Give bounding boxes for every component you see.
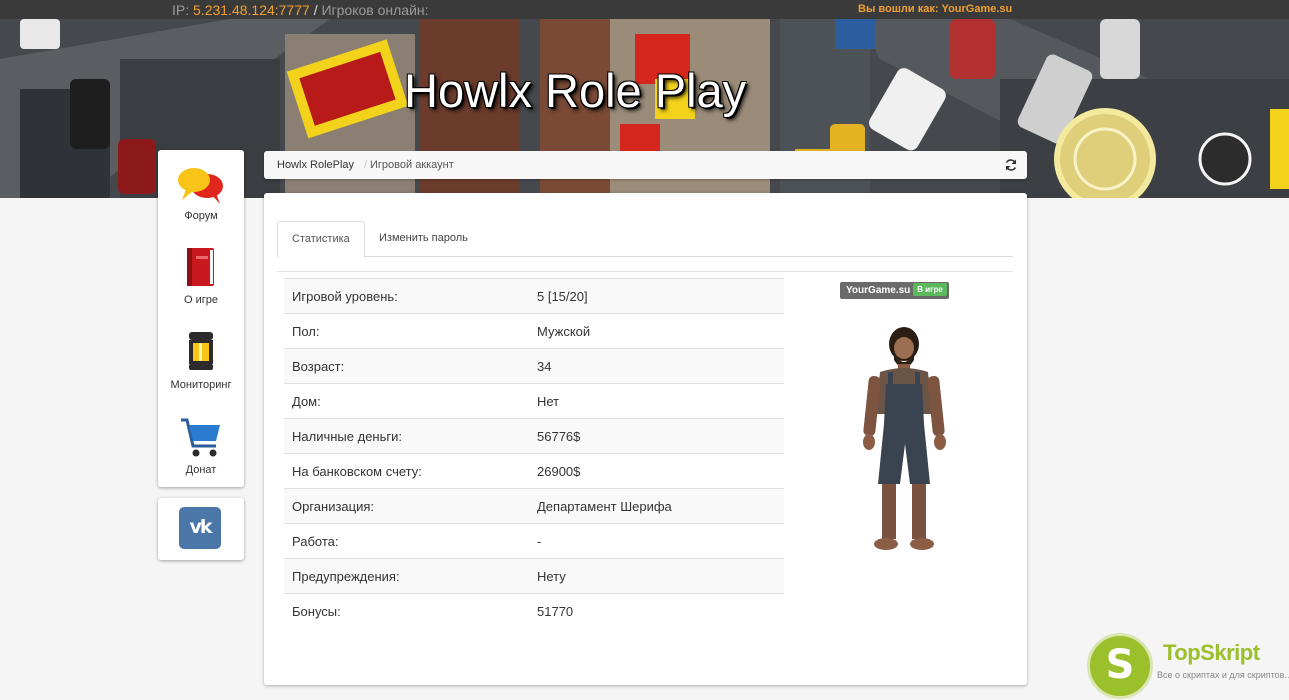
table-row: Игровой уровень: 5 [15/20] — [284, 278, 784, 314]
table-row: Возраст: 34 — [284, 348, 784, 384]
separator: / — [313, 2, 318, 18]
breadcrumb-current: Игровой аккаунт — [370, 159, 454, 171]
social-box: vk — [158, 498, 244, 560]
sidebar: Форум О игре Мониторинг Донат — [158, 150, 244, 487]
stat-label: Возраст: — [284, 348, 529, 384]
player-skin-image — [863, 327, 946, 550]
breadcrumb-home[interactable]: Howlx RolePlay — [277, 151, 354, 179]
vk-logo-text: vk — [189, 516, 212, 538]
stat-value: Нет — [529, 383, 784, 419]
table-row: На банковском счету: 26900$ — [284, 453, 784, 489]
shopping-cart-icon — [158, 416, 244, 465]
stat-value: 56776$ — [529, 418, 784, 454]
watermark-tagline: Все о скриптах и для скриптов... — [1157, 670, 1289, 680]
sidebar-item-monitoring[interactable]: Мониторинг — [158, 330, 244, 400]
player-name: YourGame.su — [846, 285, 911, 296]
sidebar-item-label: О игре — [183, 294, 218, 306]
stat-value: 51770 — [529, 593, 784, 628]
stat-label: Бонусы: — [284, 593, 529, 628]
vk-icon[interactable]: vk — [179, 507, 221, 549]
sidebar-item-about[interactable]: О игре — [158, 246, 244, 316]
sidebar-item-label: Донат — [185, 464, 217, 476]
sidebar-item-donate[interactable]: Донат — [158, 416, 244, 486]
tab-statistics[interactable]: Статистика — [277, 221, 365, 258]
tab-change-password[interactable]: Изменить пароль — [365, 221, 482, 255]
sidebar-item-label: Мониторинг — [170, 379, 232, 391]
sidebar-item-forum[interactable]: Форум — [158, 164, 244, 234]
top-bar: IP: 5.231.48.124:7777 / Игроков онлайн: … — [0, 0, 1289, 19]
player-status-badge: YourGame.su В игре — [840, 282, 949, 299]
table-row: Бонусы: 51770 — [284, 593, 784, 628]
online-label: Игроков онлайн: — [321, 2, 429, 18]
table-row: Организация: Департамент Шерифа — [284, 488, 784, 524]
stat-value: Мужской — [529, 313, 784, 349]
account-panel: Статистика Изменить пароль Игровой урове… — [264, 193, 1027, 685]
server-info: IP: 5.231.48.124:7777 / Игроков онлайн: — [172, 2, 429, 18]
ip-value[interactable]: 5.231.48.124:7777 — [193, 2, 310, 18]
topskript-logo-icon: S — [1087, 633, 1153, 699]
table-row: Работа: - — [284, 523, 784, 559]
breadcrumb-separator: / — [364, 159, 368, 171]
stat-label: На банковском счету: — [284, 453, 529, 489]
stat-label: Пол: — [284, 313, 529, 349]
book-icon — [158, 246, 244, 293]
refresh-icon[interactable] — [1004, 158, 1018, 172]
topskript-watermark: S TopSkript Все о скриптах и для скрипто… — [1085, 630, 1289, 700]
chat-bubbles-icon — [158, 164, 244, 211]
divider — [277, 271, 1013, 272]
stat-label: Дом: — [284, 383, 529, 419]
site-title: Howlx Role Play — [404, 64, 747, 117]
stat-label: Работа: — [284, 523, 529, 559]
table-row: Пол: Мужской — [284, 313, 784, 349]
table-row: Наличные деньги: 56776$ — [284, 418, 784, 454]
tab-bar: Статистика Изменить пароль — [277, 221, 1013, 258]
stats-table: Игровой уровень: 5 [15/20] Пол: Мужской Во… — [284, 278, 784, 628]
stat-label: Игровой уровень: — [284, 278, 529, 314]
stat-value: Департамент Шерифа — [529, 488, 784, 524]
ip-label: IP: — [172, 2, 190, 18]
stat-label: Наличные деньги: — [284, 418, 529, 454]
breadcrumb: Howlx RolePlay / Игровой аккаунт — [264, 151, 1027, 179]
table-row: Предупреждения: Нету — [284, 558, 784, 594]
stat-value: 5 [15/20] — [529, 278, 784, 314]
online-status: В игре — [913, 283, 947, 296]
stat-value: 34 — [529, 348, 784, 384]
stat-value: - — [529, 523, 784, 559]
logo-letter: S — [1105, 642, 1135, 688]
stat-value: 26900$ — [529, 453, 784, 489]
monitoring-lantern-icon — [158, 330, 244, 379]
table-row: Дом: Нет — [284, 383, 784, 419]
stat-label: Предупреждения: — [284, 558, 529, 594]
stat-label: Организация: — [284, 488, 529, 524]
watermark-name: TopSkript — [1163, 640, 1260, 665]
sidebar-item-label: Форум — [184, 210, 218, 222]
login-status[interactable]: Вы вошли как: YourGame.su — [858, 3, 1012, 16]
stat-value: Нету — [529, 558, 784, 594]
